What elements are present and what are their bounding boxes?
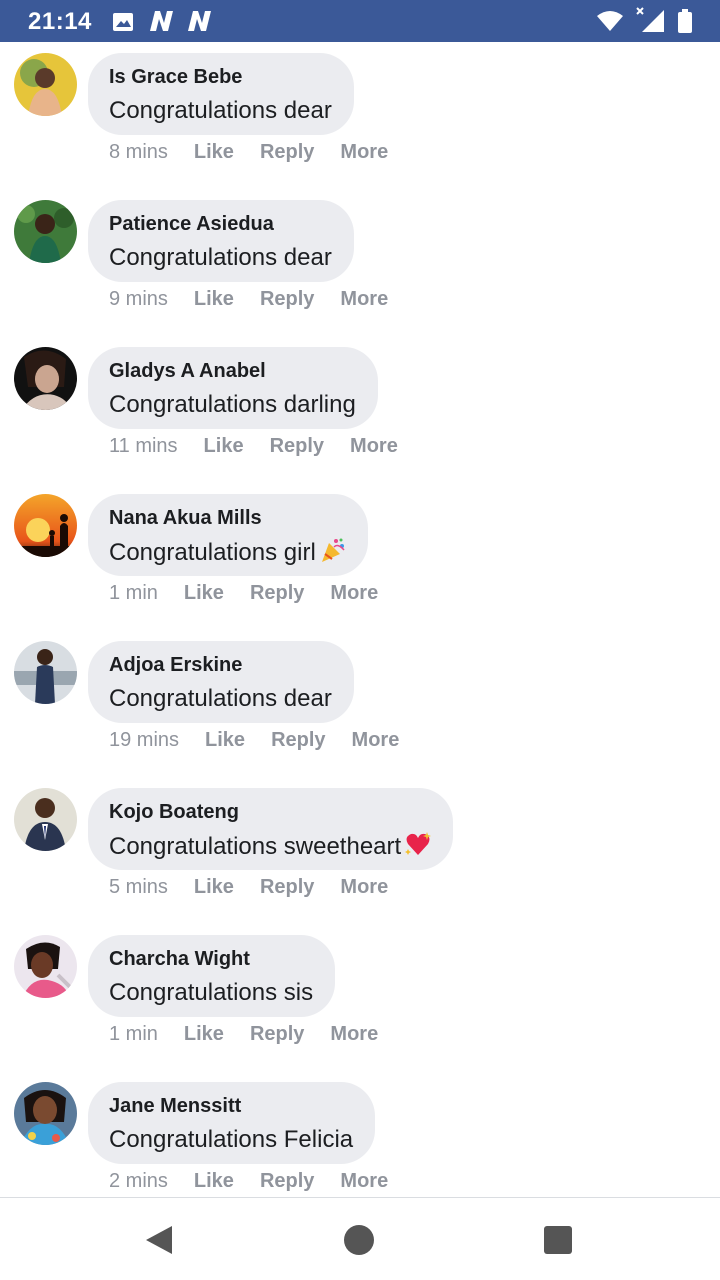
notification-n-icon	[150, 11, 173, 31]
comment-text: Congratulations dear	[109, 97, 332, 124]
comment-actions: 1 min Like Reply More	[109, 1023, 404, 1049]
like-button[interactable]: Like	[205, 729, 245, 752]
more-button[interactable]: More	[350, 435, 398, 458]
signal-icon	[636, 7, 664, 32]
comment-author[interactable]: Gladys A Anabel	[109, 359, 356, 383]
avatar[interactable]	[14, 641, 77, 704]
comment-time[interactable]: 1 min	[109, 1023, 158, 1046]
comment-item: Jane Menssitt Congratulations Felicia 2 …	[0, 1071, 720, 1197]
comment-time[interactable]: 1 min	[109, 582, 158, 605]
avatar[interactable]	[14, 788, 77, 851]
like-button[interactable]: Like	[184, 1023, 224, 1046]
comment-bubble[interactable]: Kojo Boateng Congratulations sweetheart	[88, 788, 454, 870]
comment-bubble[interactable]: Charcha Wight Congratulations sis	[88, 935, 336, 1017]
reply-button[interactable]: Reply	[250, 582, 304, 605]
navigation-bar	[0, 1197, 720, 1280]
wifi-icon	[597, 11, 623, 31]
like-button[interactable]: Like	[194, 1170, 234, 1193]
status-bar: 21:14	[0, 0, 720, 42]
more-button[interactable]: More	[352, 729, 400, 752]
more-button[interactable]: More	[340, 288, 388, 311]
comment-bubble[interactable]: Adjoa Erskine Congratulations dear	[88, 641, 354, 723]
comment-item: Charcha Wight Congratulations sis 1 min L…	[0, 924, 720, 1071]
comment-author[interactable]: Is Grace Bebe	[109, 65, 332, 89]
comment-actions: 8 mins Like Reply More	[109, 141, 414, 167]
avatar[interactable]	[14, 53, 77, 116]
comment-actions: 2 mins Like Reply More	[109, 1170, 414, 1196]
comment-time[interactable]: 19 mins	[109, 729, 179, 752]
sparkling-heart-icon	[405, 832, 432, 855]
notification-n-icon	[188, 11, 211, 31]
comment-bubble[interactable]: Gladys A Anabel Congratulations darling	[88, 347, 378, 429]
comment-text: Congratulations darling	[109, 391, 356, 418]
comment-author[interactable]: Adjoa Erskine	[109, 653, 332, 677]
comment-actions: 9 mins Like Reply More	[109, 288, 414, 314]
reply-button[interactable]: Reply	[260, 141, 314, 164]
comment-bubble[interactable]: Jane Menssitt Congratulations Felicia	[88, 1082, 376, 1164]
party-popper-icon	[321, 538, 345, 562]
comment-item: Kojo Boateng Congratulations sweetheart …	[0, 777, 720, 924]
comment-text: Congratulations girl	[109, 537, 346, 568]
comment-time[interactable]: 8 mins	[109, 141, 168, 164]
comment-actions: 19 mins Like Reply More	[109, 729, 425, 755]
more-button[interactable]: More	[330, 582, 378, 605]
comment-actions: 5 mins Like Reply More	[109, 876, 414, 902]
comment-text: Congratulations dear	[109, 685, 332, 712]
avatar[interactable]	[14, 935, 77, 998]
reply-button[interactable]: Reply	[271, 729, 325, 752]
comment-author[interactable]: Jane Menssitt	[109, 1094, 353, 1118]
comment-time[interactable]: 11 mins	[109, 435, 178, 458]
back-icon[interactable]	[142, 1222, 178, 1258]
reply-button[interactable]: Reply	[260, 876, 314, 899]
like-button[interactable]: Like	[204, 435, 244, 458]
avatar[interactable]	[14, 1082, 77, 1145]
more-button[interactable]: More	[340, 141, 388, 164]
home-icon[interactable]	[341, 1222, 377, 1258]
avatar[interactable]	[14, 347, 77, 410]
like-button[interactable]: Like	[194, 876, 234, 899]
comment-item: Nana Akua Mills Congratulations girl 1 m…	[0, 483, 720, 630]
comment-time[interactable]: 5 mins	[109, 876, 168, 899]
comment-actions: 1 min Like Reply More	[109, 582, 404, 608]
comment-bubble[interactable]: Patience Asiedua Congratulations dear	[88, 200, 354, 282]
comment-author[interactable]: Kojo Boateng	[109, 800, 431, 824]
comment-author[interactable]: Charcha Wight	[109, 947, 313, 971]
comment-author[interactable]: Nana Akua Mills	[109, 506, 346, 530]
avatar[interactable]	[14, 494, 77, 557]
comment-time[interactable]: 9 mins	[109, 288, 168, 311]
comment-text: Congratulations dear	[109, 244, 332, 271]
comment-bubble[interactable]: Nana Akua Mills Congratulations girl	[88, 494, 368, 576]
reply-button[interactable]: Reply	[270, 435, 324, 458]
like-button[interactable]: Like	[194, 141, 234, 164]
reply-button[interactable]: Reply	[260, 288, 314, 311]
reply-button[interactable]: Reply	[250, 1023, 304, 1046]
comment-item: Patience Asiedua Congratulations dear 9 …	[0, 189, 720, 336]
comment-item: Gladys A Anabel Congratulations darling …	[0, 336, 720, 483]
comment-author[interactable]: Patience Asiedua	[109, 212, 332, 236]
comment-time[interactable]: 2 mins	[109, 1170, 168, 1193]
avatar[interactable]	[14, 200, 77, 263]
like-button[interactable]: Like	[184, 582, 224, 605]
more-button[interactable]: More	[340, 876, 388, 899]
comment-bubble[interactable]: Is Grace Bebe Congratulations dear	[88, 53, 354, 135]
comment-text: Congratulations Felicia	[109, 1126, 354, 1153]
more-button[interactable]: More	[340, 1170, 388, 1193]
reply-button[interactable]: Reply	[260, 1170, 314, 1193]
like-button[interactable]: Like	[194, 288, 234, 311]
comment-text: Congratulations sweetheart	[109, 831, 432, 862]
status-time: 21:14	[28, 8, 92, 35]
comment-item: Adjoa Erskine Congratulations dear 19 mi…	[0, 630, 720, 777]
comment-actions: 11 mins Like Reply More	[109, 435, 424, 461]
comments-list[interactable]: Is Grace Bebe Congratulations dear 8 min…	[0, 42, 720, 1197]
recents-icon[interactable]	[540, 1222, 576, 1258]
image-icon	[113, 13, 133, 31]
battery-icon	[678, 9, 692, 33]
comment-text: Congratulations sis	[109, 979, 314, 1006]
comment-item: Is Grace Bebe Congratulations dear 8 min…	[0, 42, 720, 189]
more-button[interactable]: More	[330, 1023, 378, 1046]
